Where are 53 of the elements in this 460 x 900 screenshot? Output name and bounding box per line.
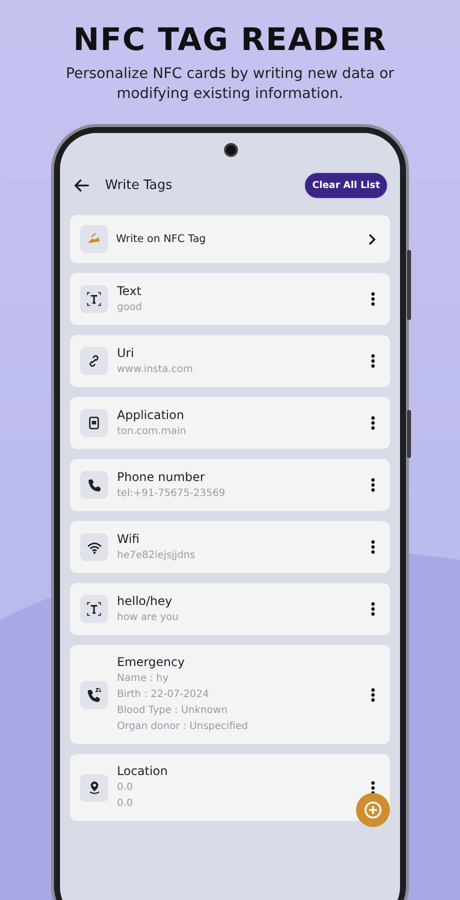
write-tag-card[interactable]: Write on NFC Tag (70, 215, 390, 263)
more-options-icon[interactable] (371, 478, 375, 492)
tag-card[interactable]: Wifi he7e82iejsjjdns (70, 521, 390, 573)
tag-title: Emergency (117, 654, 186, 671)
text-icon (86, 601, 102, 617)
tag-detail: www.insta.com (117, 362, 194, 376)
tag-title: Application (117, 406, 186, 424)
tag-detail: Organ donor : Unspecified (117, 720, 250, 734)
tag-detail: tel:+91-75675-23569 (117, 486, 226, 500)
text-icon (86, 291, 102, 307)
camera-dot (224, 143, 238, 157)
more-options-icon[interactable] (371, 780, 375, 794)
subtitle: Personalize NFC cards by writing new data or modifying existing information. (64, 65, 396, 104)
tag-title: Uri (117, 344, 136, 362)
tag-detail: Name : hy (117, 672, 170, 686)
tag-detail: good (117, 300, 143, 314)
wifi-icon (86, 540, 102, 554)
more-options-icon[interactable] (371, 354, 375, 368)
tag-card[interactable]: Emergency Name : hy Birth : 22-07-2024 Blood Type : Unknown Organ donor : Unspecified (70, 645, 390, 744)
write-tag-label: Write on NFC Tag (116, 233, 207, 245)
phone-icon (86, 478, 102, 492)
more-options-icon[interactable] (371, 540, 375, 554)
more-options-icon[interactable] (371, 292, 375, 306)
tag-title: hello/hey (117, 592, 174, 610)
link-icon (87, 354, 101, 368)
tag-title: Location (117, 763, 169, 780)
more-options-icon[interactable] (371, 416, 375, 430)
emergency-phone-icon (86, 687, 102, 702)
app-icon (87, 416, 101, 430)
tag-detail: Blood Type : Unknown (117, 704, 229, 718)
tag-title: Phone number (117, 468, 206, 486)
tag-detail: 0.0 (117, 781, 134, 795)
more-options-icon[interactable] (371, 602, 375, 616)
tag-card[interactable]: Location 0.0 0.0 (70, 754, 390, 821)
tag-detail: ton.com.main (117, 424, 188, 438)
tag-card[interactable]: Phone number tel:+91-75675-23569 (70, 459, 390, 511)
tag-card[interactable]: Uri www.insta.com (70, 335, 390, 387)
tag-detail: he7e82iejsjjdns (117, 548, 196, 562)
tag-detail: Birth : 22-07-2024 (117, 688, 210, 702)
headline: NFC TAG READER (73, 21, 387, 60)
more-options-icon[interactable] (371, 688, 375, 702)
chevron-right-icon (368, 232, 376, 246)
back-arrow-icon[interactable] (74, 178, 89, 192)
plus-circle-icon (363, 800, 383, 820)
tag-card[interactable]: Text good (70, 273, 390, 325)
clear-all-button[interactable]: Clear All List (304, 172, 388, 198)
tag-detail: 0.0 (117, 797, 134, 811)
tag-card[interactable]: hello/hey how are you (70, 583, 390, 635)
tag-card[interactable]: Application ton.com.main (70, 397, 390, 449)
tag-title: Text (117, 282, 142, 300)
tag-detail: how are you (117, 610, 180, 624)
tag-title: Wifi (117, 530, 140, 548)
screen-title: Write Tags (105, 178, 174, 192)
